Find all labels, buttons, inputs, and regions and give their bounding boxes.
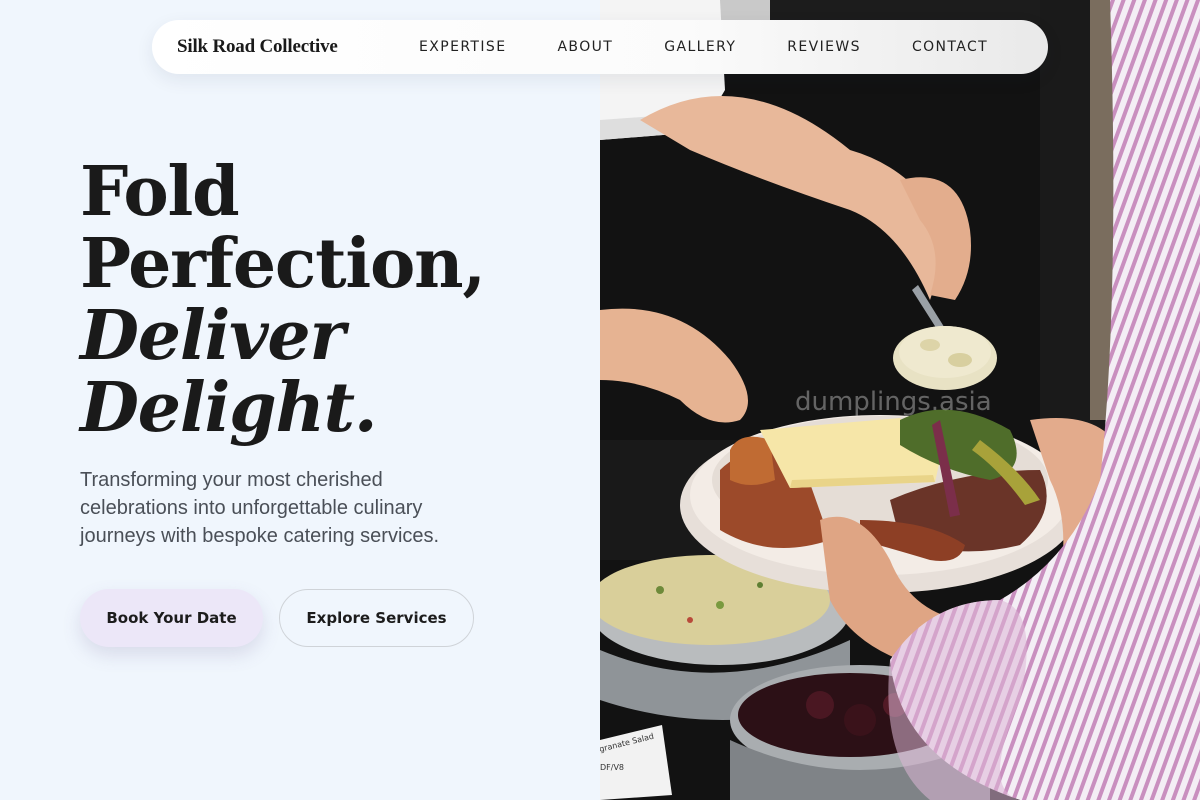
hero-headline: Fold Perfection, Deliver Delight. xyxy=(80,152,486,448)
hero-subtitle: Transforming your most cherished celebra… xyxy=(80,469,440,547)
book-your-date-button[interactable]: Book Your Date xyxy=(80,589,263,647)
nav-links: EXPERTISE ABOUT GALLERY REVIEWS CONTACT xyxy=(419,39,988,55)
nav-link-about[interactable]: ABOUT xyxy=(557,39,613,55)
hero-photo: dumplings.asia granate Salad DF/V8 xyxy=(600,0,1200,800)
headline-line-1: Fold xyxy=(80,152,240,232)
explore-services-button[interactable]: Explore Services xyxy=(279,589,474,647)
nav-link-contact[interactable]: CONTACT xyxy=(912,39,988,55)
headline-line-3: Deliver xyxy=(80,296,345,376)
nav-link-reviews[interactable]: REVIEWS xyxy=(787,39,861,55)
headline-line-2: Perfection, xyxy=(80,224,486,304)
nav-link-expertise[interactable]: EXPERTISE xyxy=(419,39,506,55)
nav-link-gallery[interactable]: GALLERY xyxy=(664,39,736,55)
watermark-text: dumplings.asia xyxy=(795,387,992,417)
brand-logo[interactable]: Silk Road Collective xyxy=(177,36,338,58)
navbar: Silk Road Collective EXPERTISE ABOUT GAL… xyxy=(152,20,1048,74)
sign-text-line-2: DF/V8 xyxy=(600,763,624,772)
headline-line-4: Delight. xyxy=(80,368,378,448)
